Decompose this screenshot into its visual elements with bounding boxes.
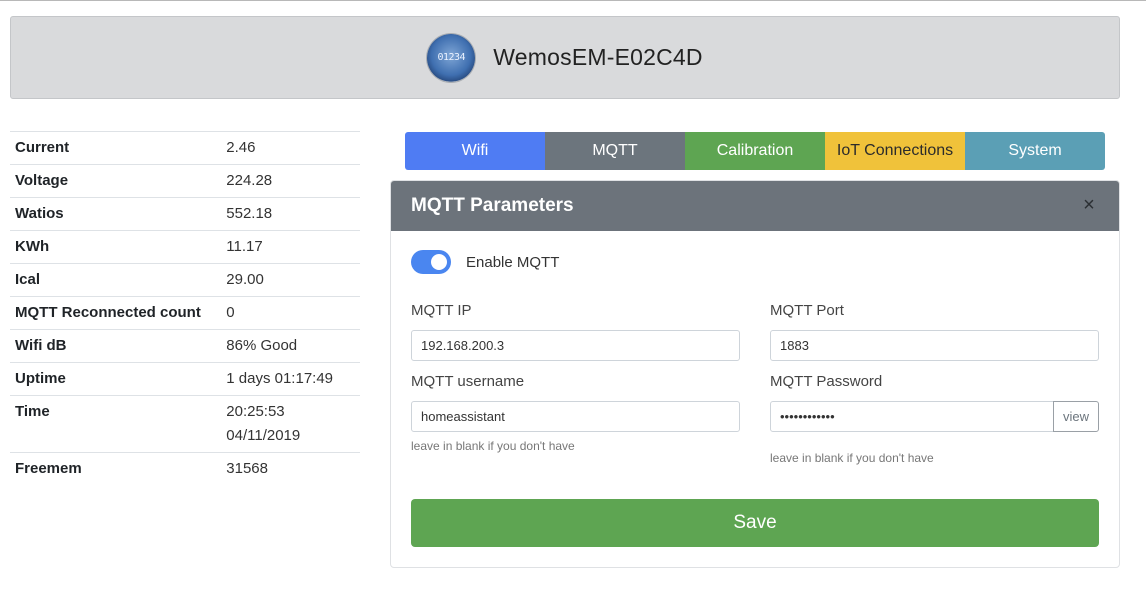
username-hint: leave in blank if you don't have	[411, 439, 575, 453]
table-row: KWh 11.17	[10, 230, 360, 264]
mqtt-ip-input[interactable]	[421, 338, 730, 353]
stat-key: Current	[15, 139, 70, 156]
stat-key: MQTT Reconnected count	[15, 304, 201, 321]
mqtt-port-input[interactable]	[780, 338, 1089, 353]
mqtt-username-label: MQTT username	[411, 373, 525, 390]
password-hint: leave in blank if you don't have	[770, 451, 934, 465]
tab-mqtt[interactable]: MQTT	[545, 132, 685, 170]
tab-wifi[interactable]: Wifi	[405, 132, 545, 170]
enable-mqtt-label: Enable MQTT	[466, 253, 560, 271]
table-row: Ical 29.00	[10, 263, 360, 297]
device-name: WemosEM-E02C4D	[493, 44, 703, 70]
save-button[interactable]: Save	[411, 499, 1099, 547]
stat-key: Watios	[15, 205, 64, 222]
enable-mqtt-toggle[interactable]	[411, 250, 451, 274]
stat-value: 86% Good	[226, 337, 298, 354]
device-header: 01234 WemosEM-E02C4D	[10, 16, 1120, 99]
table-row: Wifi dB 86% Good	[10, 329, 360, 363]
settings-tabs: Wifi MQTT Calibration IoT Connections Sy…	[405, 132, 1105, 170]
stat-value: 11.17	[226, 238, 263, 255]
card-header: MQTT Parameters ×	[391, 181, 1119, 231]
card-title: MQTT Parameters	[411, 195, 574, 216]
table-row: Watios 552.18	[10, 197, 360, 231]
stat-key: Uptime	[15, 370, 66, 387]
stat-key: Freemem	[15, 460, 82, 477]
table-row: Freemem 31568	[10, 452, 360, 486]
mqtt-password-label: MQTT Password	[770, 373, 883, 390]
mqtt-port-field[interactable]	[770, 330, 1099, 361]
stat-key: Ical	[15, 271, 41, 288]
mqtt-ip-field[interactable]	[411, 330, 740, 361]
toggle-knob	[431, 254, 447, 270]
close-icon[interactable]: ×	[1079, 195, 1099, 215]
tab-system[interactable]: System	[965, 132, 1105, 170]
stat-key: KWh	[15, 238, 50, 255]
stat-value: 1 days 01:17:49	[226, 370, 334, 387]
stats-table: Current 2.46 Voltage 224.28 Watios 552.1…	[10, 131, 360, 485]
mqtt-password-input[interactable]	[780, 409, 1044, 424]
tab-calibration[interactable]: Calibration	[685, 132, 825, 170]
stat-value: 0	[226, 304, 235, 321]
stat-value: 20:25:53 04/11/2019	[226, 403, 301, 444]
enable-mqtt-row: Enable MQTT	[411, 250, 559, 274]
logo-display-text: 01234	[437, 52, 466, 63]
stat-key: Wifi dB	[15, 337, 67, 354]
stat-value: 2.46	[226, 139, 256, 156]
table-row: Current 2.46	[10, 131, 360, 165]
stat-value: 29.00	[226, 271, 264, 288]
stat-key: Time	[15, 403, 50, 420]
top-divider	[0, 0, 1146, 1]
mqtt-ip-label: MQTT IP	[411, 302, 472, 319]
stat-value: 552.18	[226, 205, 273, 222]
stat-key: Voltage	[15, 172, 69, 189]
tab-iot-connections[interactable]: IoT Connections	[825, 132, 965, 170]
stat-value: 31568	[226, 460, 268, 477]
view-password-button[interactable]: view	[1053, 401, 1099, 432]
table-row: MQTT Reconnected count 0	[10, 296, 360, 330]
energy-meter-logo-icon: 01234	[427, 33, 476, 82]
mqtt-parameters-card: MQTT Parameters × Enable MQTT MQTT IP MQ…	[390, 180, 1120, 568]
mqtt-username-input[interactable]	[421, 409, 730, 424]
mqtt-username-field[interactable]	[411, 401, 740, 432]
table-row: Time 20:25:53 04/11/2019	[10, 395, 360, 453]
mqtt-port-label: MQTT Port	[770, 302, 844, 319]
table-row: Voltage 224.28	[10, 164, 360, 198]
table-row: Uptime 1 days 01:17:49	[10, 362, 360, 396]
stat-value: 224.28	[226, 172, 273, 189]
mqtt-password-field[interactable]	[770, 401, 1054, 432]
